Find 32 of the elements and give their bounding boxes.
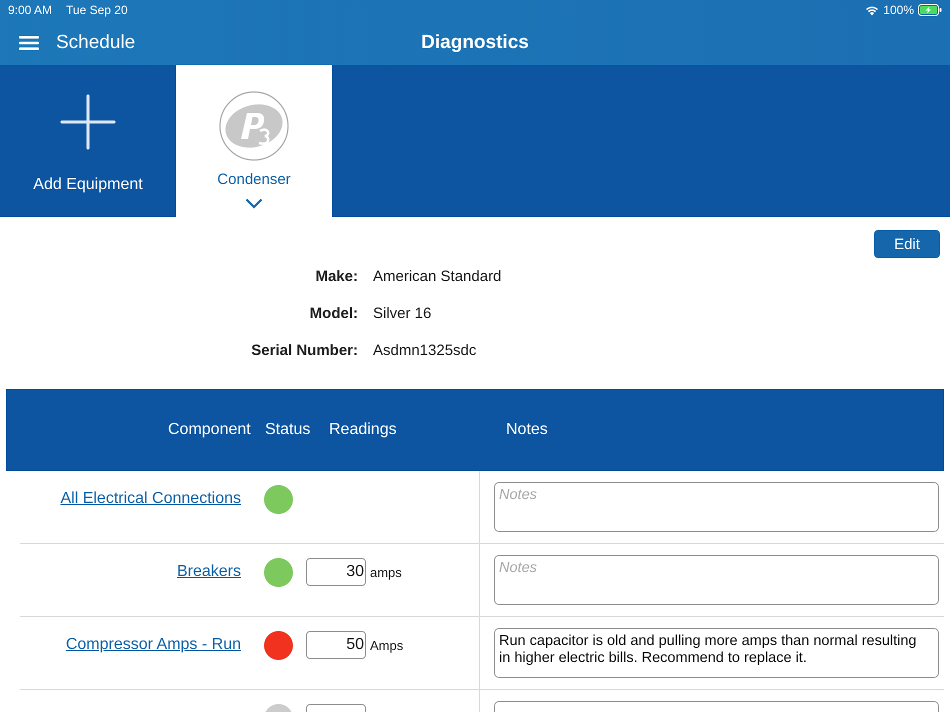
unit-label: amps	[370, 564, 402, 580]
wifi-icon	[865, 4, 880, 16]
component-link[interactable]: All Electrical Connections	[60, 490, 241, 507]
menu-icon[interactable]	[19, 34, 39, 50]
reading-field[interactable]: 50	[306, 631, 366, 659]
column-header: Status	[265, 421, 310, 439]
battery-charging-icon	[918, 4, 942, 16]
chevron-down-icon	[245, 198, 263, 209]
notes-field[interactable]: Run capacitor is old and pulling more amps than normal resulting in higher electric bills. Recommend to replace it.	[494, 628, 939, 678]
page-title: Diagnostics	[421, 32, 529, 54]
schedule-link[interactable]: Schedule	[56, 32, 136, 54]
detail-label: Make:	[314, 268, 359, 285]
column-header: Notes	[506, 421, 548, 439]
battery-percent: 100%	[883, 3, 914, 17]
detail-label: Serial Number:	[250, 342, 359, 359]
equipment-tab[interactable]: Condenser	[176, 65, 332, 217]
reading-field[interactable]: 30	[306, 558, 366, 586]
plus-icon	[60, 94, 116, 150]
unit-label: Amps	[370, 638, 404, 652]
equipment-tab[interactable]: Add Equipment	[0, 65, 176, 217]
column-header: Readings	[329, 421, 397, 439]
component-link[interactable]: Compressor Amps - Run	[66, 636, 241, 653]
detail-value: Silver 16	[373, 305, 432, 322]
detail-value: American Standard	[373, 268, 502, 285]
component-link[interactable]: Breakers	[176, 563, 241, 580]
equipment-logo-icon	[219, 91, 289, 161]
column-header: Component	[168, 421, 251, 439]
status-date: Tue Sep 20	[66, 3, 128, 17]
detail-value: Asdmn1325sdc	[373, 342, 476, 359]
edit-button[interactable]: Edit	[874, 230, 940, 258]
status-time: 9:00 AM	[8, 3, 52, 17]
detail-label: Model:	[308, 305, 359, 322]
